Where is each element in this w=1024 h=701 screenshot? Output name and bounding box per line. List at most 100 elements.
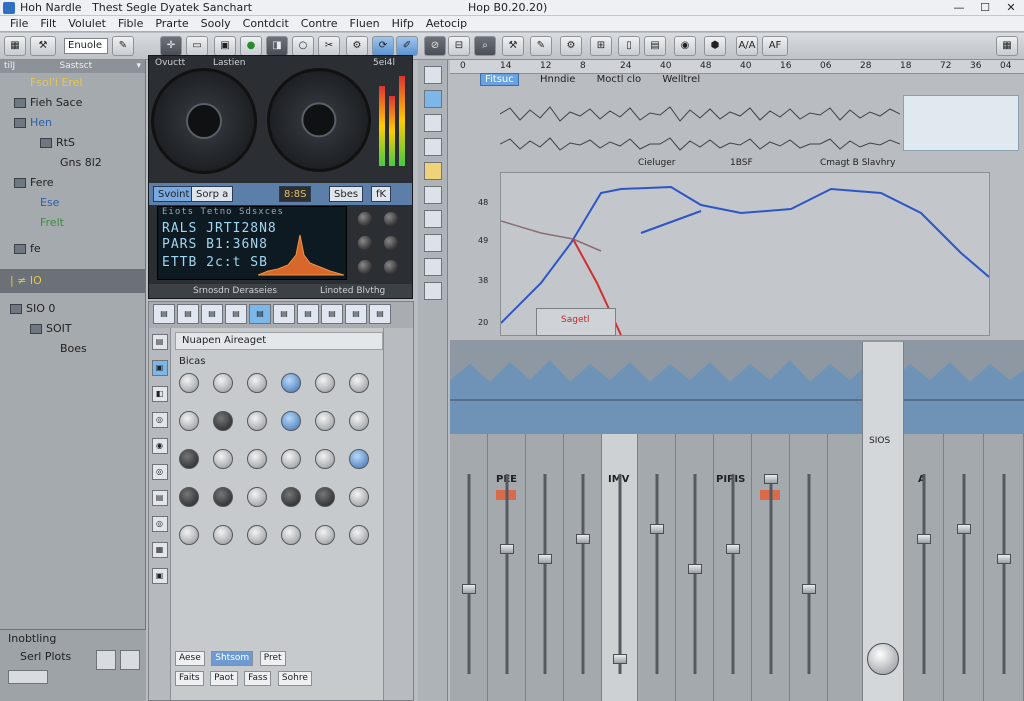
rack-tab[interactable]: ▤ [177, 304, 199, 324]
rack-scrollbar[interactable] [383, 328, 413, 700]
rack-tab[interactable]: ▤ [249, 304, 271, 324]
fader[interactable] [956, 524, 971, 534]
knob[interactable] [213, 411, 233, 431]
tool-button[interactable] [423, 162, 442, 180]
rack-tab[interactable]: ▤ [273, 304, 295, 324]
knob[interactable] [384, 212, 398, 226]
tool-button[interactable] [423, 234, 442, 252]
rack-side-button[interactable]: ◎ [151, 412, 168, 428]
knob[interactable] [179, 411, 199, 431]
gear-icon[interactable]: ⚙ [346, 36, 368, 56]
warning-icon[interactable]: AF [762, 36, 788, 56]
browser-item[interactable]: RtS [0, 133, 145, 153]
cursor-icon[interactable]: ✎ [112, 36, 134, 56]
track-overview[interactable] [450, 340, 1024, 434]
knob[interactable] [247, 525, 267, 545]
browser-item-selected[interactable]: | ≠ IO [0, 269, 145, 293]
knob[interactable] [281, 411, 301, 431]
tool-button[interactable] [423, 282, 442, 300]
browser-item[interactable]: Fsol'i Erel [0, 73, 145, 93]
tool-button[interactable] [423, 258, 442, 276]
rack-side-button[interactable]: ▣ [151, 360, 168, 376]
mode-select[interactable]: Enuole [64, 38, 108, 54]
browser-item[interactable]: SIO 0 [0, 299, 145, 319]
browser-item[interactable]: Gns 8l2 [0, 153, 145, 173]
zoom-icon[interactable]: ⊟ [448, 36, 470, 56]
tab-counter[interactable]: 8:8S [279, 186, 312, 202]
field[interactable]: Aese [175, 651, 205, 666]
field-label[interactable]: Paot [210, 671, 238, 686]
tab-hnndie[interactable]: Hnndie [540, 74, 575, 85]
fader[interactable] [575, 534, 590, 544]
knob[interactable] [349, 449, 369, 469]
move-icon[interactable]: ✛ [160, 36, 182, 56]
knob[interactable] [247, 449, 267, 469]
rack-tab[interactable]: ▤ [153, 304, 175, 324]
close-icon[interactable]: ✕ [998, 0, 1024, 16]
phone-icon[interactable]: ▯ [618, 36, 640, 56]
fader[interactable] [725, 544, 740, 554]
menu-volulet[interactable]: Volulet [68, 16, 106, 31]
loop-icon[interactable]: ⟳ [372, 36, 394, 56]
menu-hifp[interactable]: Hifp [392, 16, 414, 31]
rack-side-button[interactable]: ◧ [151, 386, 168, 402]
knob[interactable] [315, 411, 335, 431]
waveform-track[interactable] [500, 104, 900, 124]
rack-tab[interactable]: ▤ [321, 304, 343, 324]
deck-right-dial[interactable] [267, 68, 371, 172]
rack-tab[interactable]: ▤ [225, 304, 247, 324]
field[interactable]: Shtsom [211, 651, 254, 666]
headphones-icon[interactable] [96, 650, 116, 670]
menu-contdcit[interactable]: Contdcit [243, 16, 289, 31]
fader[interactable] [612, 654, 627, 664]
record-icon[interactable]: ○ [292, 36, 314, 56]
tools-icon[interactable] [120, 650, 140, 670]
knob[interactable] [315, 449, 335, 469]
field-label[interactable]: Faits [175, 671, 204, 686]
knob[interactable] [179, 525, 199, 545]
knob[interactable] [281, 525, 301, 545]
rack-side-button[interactable]: ▤ [151, 334, 168, 350]
menu-sooly[interactable]: Sooly [201, 16, 231, 31]
rack-side-button[interactable]: ▦ [151, 542, 168, 558]
menu-prarte[interactable]: Prarte [155, 16, 188, 31]
select-icon[interactable]: ▭ [186, 36, 208, 56]
knob[interactable] [281, 449, 301, 469]
grid-icon[interactable]: ▦ [4, 36, 26, 56]
rack-side-button[interactable]: ◉ [151, 438, 168, 454]
knob[interactable] [247, 411, 267, 431]
field[interactable]: Pret [259, 651, 286, 666]
menu-file[interactable]: File [10, 16, 28, 31]
tool-icon[interactable]: ⚒ [30, 36, 56, 56]
tab-svoint[interactable]: Svoint [153, 186, 195, 202]
tool-button[interactable] [423, 138, 442, 156]
knob[interactable] [358, 212, 372, 226]
browser-item[interactable]: Fere [0, 173, 145, 193]
preview-button[interactable] [8, 670, 48, 684]
browser-item[interactable]: SOIT [0, 319, 145, 339]
scissors-icon[interactable]: ✂ [318, 36, 340, 56]
tool-button[interactable] [423, 66, 442, 84]
browser-item[interactable]: Frelt [0, 213, 145, 233]
knob[interactable] [315, 487, 335, 507]
menu-fible[interactable]: Fible [118, 16, 143, 31]
user-icon[interactable]: ● [240, 36, 262, 56]
wrench-icon[interactable]: ⚒ [502, 36, 524, 56]
view-icon[interactable]: ▦ [996, 36, 1018, 56]
knob[interactable] [384, 236, 398, 250]
tool-button[interactable] [423, 90, 442, 108]
ruler-icon[interactable]: ⊞ [590, 36, 612, 56]
timeline-ruler[interactable]: 0 14 12 8 24 40 48 40 16 06 28 18 72 36 … [450, 60, 1024, 74]
save-icon[interactable]: ▣ [214, 36, 236, 56]
page-icon[interactable]: ▤ [644, 36, 666, 56]
knob[interactable] [384, 260, 398, 274]
drop-icon[interactable]: ⬢ [704, 36, 726, 56]
fader[interactable] [801, 584, 816, 594]
knob[interactable] [179, 373, 199, 393]
field-label[interactable]: Fass [244, 671, 272, 686]
tool-button[interactable] [423, 186, 442, 204]
rack-tab[interactable]: ▤ [297, 304, 319, 324]
fader[interactable] [499, 544, 514, 554]
browser-item[interactable]: Boes [0, 339, 145, 359]
knob[interactable] [315, 525, 335, 545]
